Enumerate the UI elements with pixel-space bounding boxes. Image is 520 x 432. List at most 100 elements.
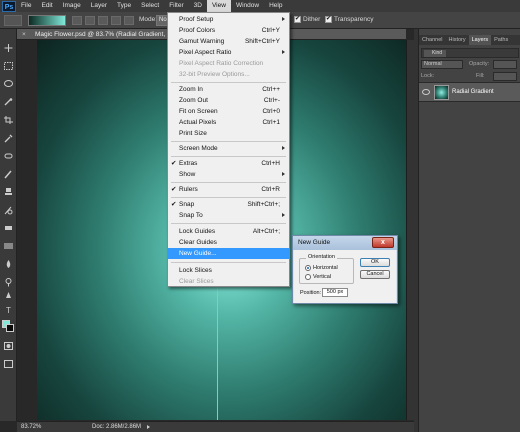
crop-tool-icon[interactable] <box>3 115 14 125</box>
menu-item-print-size[interactable]: Print Size <box>168 128 289 139</box>
dialog-body: Orientation Horizontal Vertical OK Cance… <box>294 250 396 303</box>
tab-layers[interactable]: Layers <box>468 35 492 45</box>
menu-filter[interactable]: Filter <box>164 0 188 12</box>
fill-input[interactable] <box>493 72 517 81</box>
linear-gradient-icon[interactable] <box>72 16 82 25</box>
menu-item-snap-to[interactable]: Snap To <box>168 210 289 221</box>
diamond-gradient-icon[interactable] <box>124 16 134 25</box>
angle-gradient-icon[interactable] <box>98 16 108 25</box>
blend-opacity-row: Normal Opacity: <box>421 60 519 70</box>
menu-type[interactable]: Type <box>112 0 136 12</box>
transparency-checkbox[interactable]: ✔ Transparency <box>325 16 374 23</box>
layer-kind-select[interactable]: Kind <box>424 50 446 57</box>
menu-item-actual-pixels[interactable]: Actual Pixels Ctrl+1 <box>168 117 289 128</box>
menu-view[interactable]: View <box>206 0 231 12</box>
history-brush-tool-icon[interactable] <box>3 205 14 215</box>
gradient-tool-icon[interactable] <box>3 241 14 251</box>
zoom-level[interactable]: 83.72% <box>21 422 41 432</box>
ok-button[interactable]: OK <box>360 258 390 267</box>
menu-image[interactable]: Image <box>58 0 86 12</box>
menu-item-lock-guides[interactable]: Lock Guides Alt+Ctrl+; <box>168 226 289 237</box>
vertical-radio[interactable]: Vertical <box>305 274 331 280</box>
menu-item-lock-slices[interactable]: Lock Slices <box>168 265 289 276</box>
menu-item-clear-guides[interactable]: Clear Guides <box>168 237 289 248</box>
blend-mode-select[interactable]: Normal <box>421 60 463 69</box>
visibility-eye-icon[interactable] <box>422 89 430 95</box>
menu-help[interactable]: Help <box>264 0 287 12</box>
orientation-group <box>299 258 354 284</box>
dodge-tool-icon[interactable] <box>3 277 14 287</box>
pen-tool-icon[interactable] <box>3 291 14 301</box>
submenu-arrow-icon <box>282 172 285 176</box>
radial-gradient-icon[interactable] <box>85 16 95 25</box>
menu-item-gamut-warning[interactable]: Gamut Warning Shift+Ctrl+Y <box>168 36 289 47</box>
menu-item-zoom-in[interactable]: Zoom In Ctrl++ <box>168 84 289 95</box>
eyedropper-tool-icon[interactable] <box>3 133 14 143</box>
menu-item-screen-mode[interactable]: Screen Mode <box>168 143 289 154</box>
close-document-icon[interactable]: × <box>22 29 26 39</box>
menu-item-snap[interactable]: ✔ Snap Shift+Ctrl+; <box>168 199 289 210</box>
menu-item-new-guide[interactable]: New Guide... <box>168 248 289 259</box>
background-color-swatch[interactable] <box>6 324 14 332</box>
menu-layer[interactable]: Layer <box>86 0 112 12</box>
move-tool-icon[interactable] <box>3 43 14 53</box>
menu-separator <box>171 156 286 157</box>
tab-paths[interactable]: Paths <box>491 35 511 45</box>
checkmark-icon: ✔ <box>171 201 177 208</box>
tab-channel[interactable]: Channel <box>419 35 446 45</box>
cancel-button[interactable]: Cancel <box>360 270 390 279</box>
menu-item-proof-colors[interactable]: Proof Colors Ctrl+Y <box>168 25 289 36</box>
healing-brush-tool-icon[interactable] <box>3 151 14 161</box>
marquee-tool-icon[interactable] <box>3 61 14 71</box>
menu-3d[interactable]: 3D <box>189 0 207 12</box>
quick-mask-icon[interactable] <box>3 341 14 351</box>
layer-row[interactable]: Radial Gradient <box>419 82 520 102</box>
menu-item-fit-on-screen[interactable]: Fit on Screen Ctrl+0 <box>168 106 289 117</box>
reflected-gradient-icon[interactable] <box>111 16 121 25</box>
position-input[interactable]: 500 px <box>322 288 348 297</box>
document-size: Doc: 2.86M/2.86M <box>92 424 142 430</box>
menu-item-rulers[interactable]: ✔ Rulers Ctrl+R <box>168 184 289 195</box>
eraser-tool-icon[interactable] <box>3 223 14 233</box>
dialog-titlebar[interactable]: New Guide x <box>293 236 397 250</box>
screen-mode-icon[interactable] <box>3 359 14 369</box>
tools-panel: T <box>0 29 17 421</box>
menu-item-32bit-preview-options: 32-bit Preview Options... <box>179 71 250 78</box>
lasso-tool-icon[interactable] <box>3 79 14 89</box>
menu-separator <box>171 197 286 198</box>
status-bar: 83.72% Doc: 2.86M/2.86M <box>17 421 414 432</box>
layer-name: Radial Gradient <box>452 89 494 95</box>
vertical-scrollbar[interactable] <box>406 40 414 420</box>
menu-item-proof-setup[interactable]: Proof Setup <box>168 14 289 25</box>
menu-select[interactable]: Select <box>136 0 164 12</box>
menu-item-extras[interactable]: ✔ Extras Ctrl+H <box>168 158 289 169</box>
vertical-label: Vertical <box>313 274 332 280</box>
menu-edit[interactable]: Edit <box>36 0 57 12</box>
clone-stamp-tool-icon[interactable] <box>3 187 14 197</box>
opacity-label: Opacity: <box>469 61 490 67</box>
mode-label: Mode: <box>139 16 158 23</box>
opacity-input[interactable] <box>493 60 517 69</box>
brush-tool-icon[interactable] <box>3 169 14 179</box>
menu-item-show[interactable]: Show <box>168 169 289 180</box>
horizontal-label: Horizontal <box>313 265 338 271</box>
dialog-title: New Guide <box>298 239 331 246</box>
menu-item-zoom-out[interactable]: Zoom Out Ctrl+- <box>168 95 289 106</box>
menu-item-pixel-aspect-ratio[interactable]: Pixel Aspect Ratio <box>168 47 289 58</box>
tool-preset-picker[interactable] <box>4 15 22 26</box>
dither-label: Dither <box>303 16 321 23</box>
fill-label: Fill: <box>476 73 485 79</box>
horizontal-radio[interactable]: Horizontal <box>305 265 338 271</box>
tab-history[interactable]: History <box>446 35 469 45</box>
status-menu-arrow-icon[interactable] <box>147 425 150 429</box>
close-icon[interactable]: x <box>372 237 394 248</box>
menu-window[interactable]: Window <box>231 0 264 12</box>
blur-tool-icon[interactable] <box>3 259 14 269</box>
submenu-arrow-icon <box>282 17 285 21</box>
quick-select-tool-icon[interactable] <box>3 97 14 107</box>
dither-checkbox[interactable]: ✔ Dither <box>294 16 320 23</box>
radio-icon <box>305 274 311 280</box>
type-tool-icon[interactable]: T <box>3 305 14 315</box>
gradient-picker[interactable] <box>28 15 66 26</box>
menu-file[interactable]: File <box>16 0 36 12</box>
